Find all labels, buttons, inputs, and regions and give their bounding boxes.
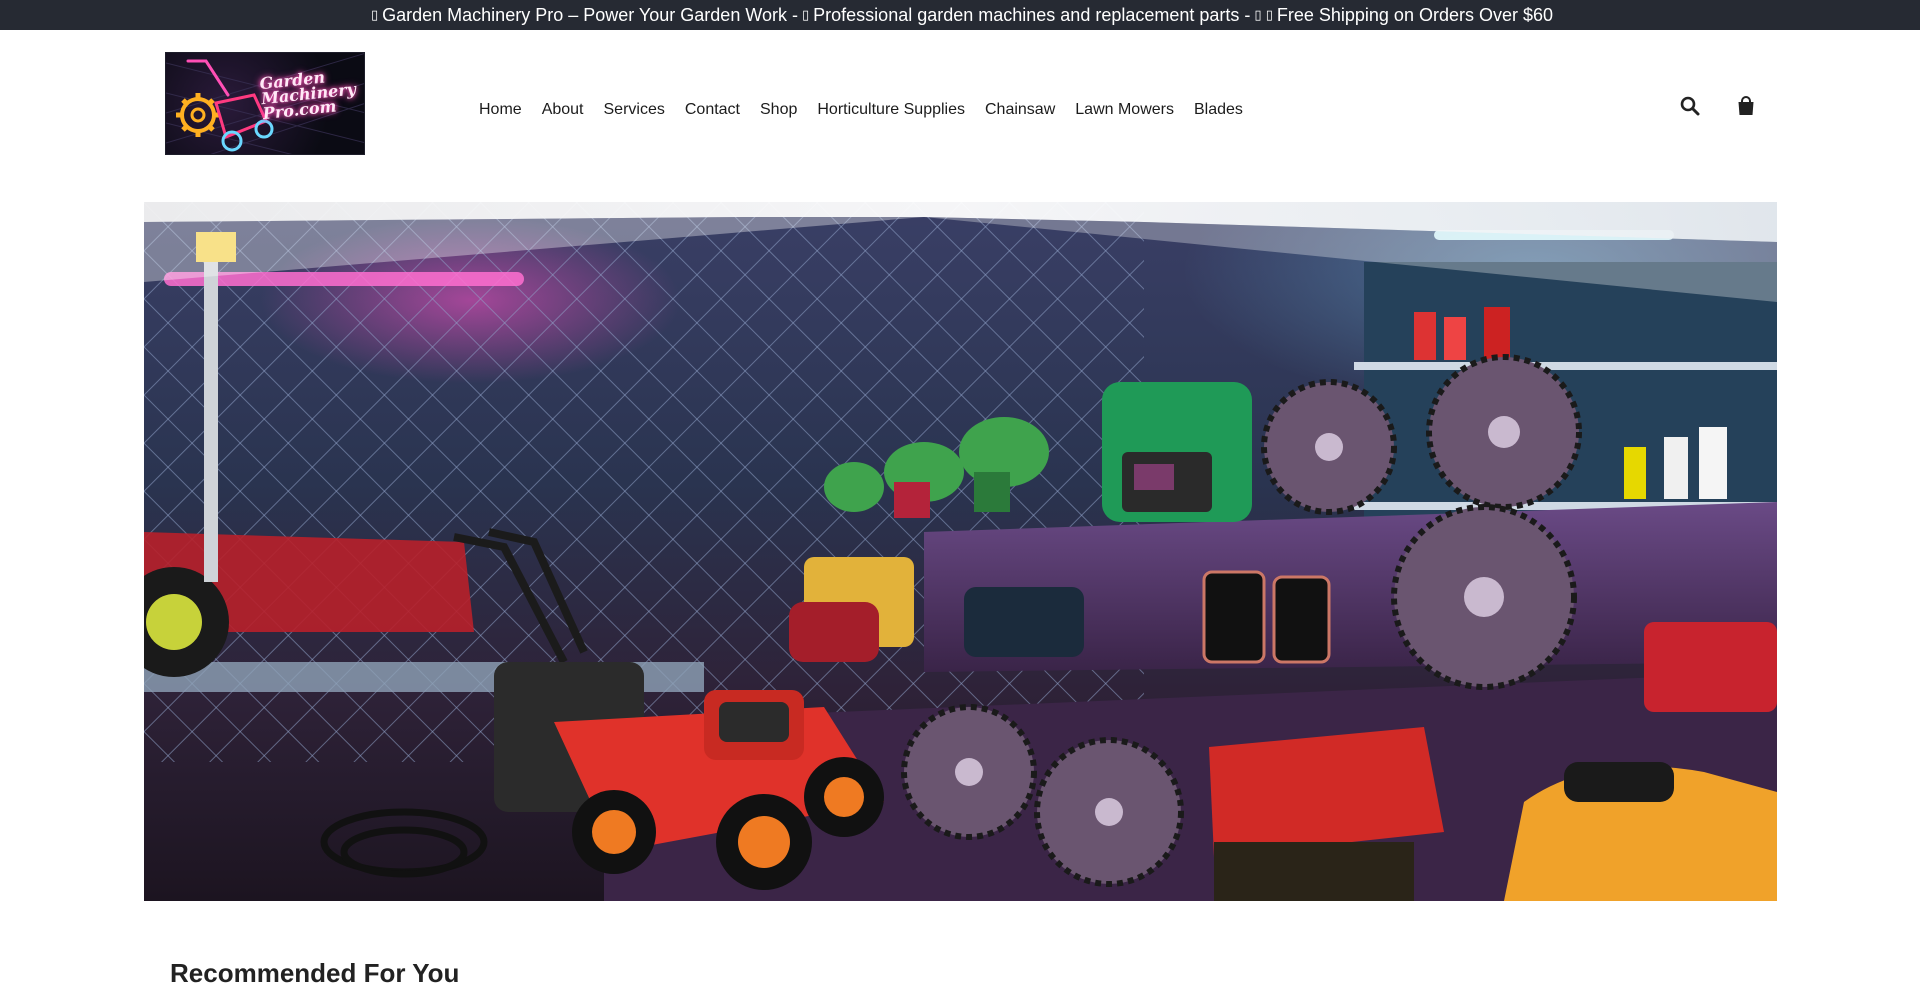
announcement-text-1: Garden Machinery Pro – Power Your Garden… [382, 4, 798, 25]
announcement-glyph-1: ▯ [370, 7, 379, 23]
nav-item-horticulture-supplies[interactable]: Horticulture Supplies [817, 100, 965, 120]
site-header: Garden Machinery Pro.com Home About Serv… [0, 30, 1920, 180]
cart-button[interactable] [1737, 96, 1755, 121]
hero-banner[interactable] [144, 202, 1777, 901]
main-navigation: Home About Services Contact Shop Horticu… [479, 100, 1263, 120]
shopping-bag-icon [1738, 96, 1754, 115]
announcement-glyph-2: ▯ [802, 7, 810, 23]
announcement-bar: ▯ Garden Machinery Pro – Power Your Gard… [0, 0, 1920, 30]
announcement-text-3: Free Shipping on Orders Over $60 [1276, 4, 1554, 25]
recommended-section-title: Recommended For You [170, 958, 460, 988]
announcement-text-2: Professional garden machines and replace… [813, 4, 1251, 25]
nav-item-about[interactable]: About [542, 100, 584, 120]
nav-item-home[interactable]: Home [479, 100, 522, 120]
nav-item-services[interactable]: Services [604, 100, 665, 120]
nav-item-lawn-mowers[interactable]: Lawn Mowers [1075, 100, 1174, 120]
nav-item-chainsaw[interactable]: Chainsaw [985, 100, 1055, 120]
garden-machinery-workshop-banner [144, 202, 1777, 901]
nav-item-blades[interactable]: Blades [1194, 100, 1243, 120]
search-icon [1680, 96, 1700, 116]
search-button[interactable] [1680, 96, 1700, 121]
announcement-glyph-3: ▯ ▯ [1254, 7, 1273, 23]
nav-item-shop[interactable]: Shop [760, 100, 797, 120]
nav-item-contact[interactable]: Contact [685, 100, 740, 120]
site-logo[interactable]: Garden Machinery Pro.com [165, 52, 365, 155]
